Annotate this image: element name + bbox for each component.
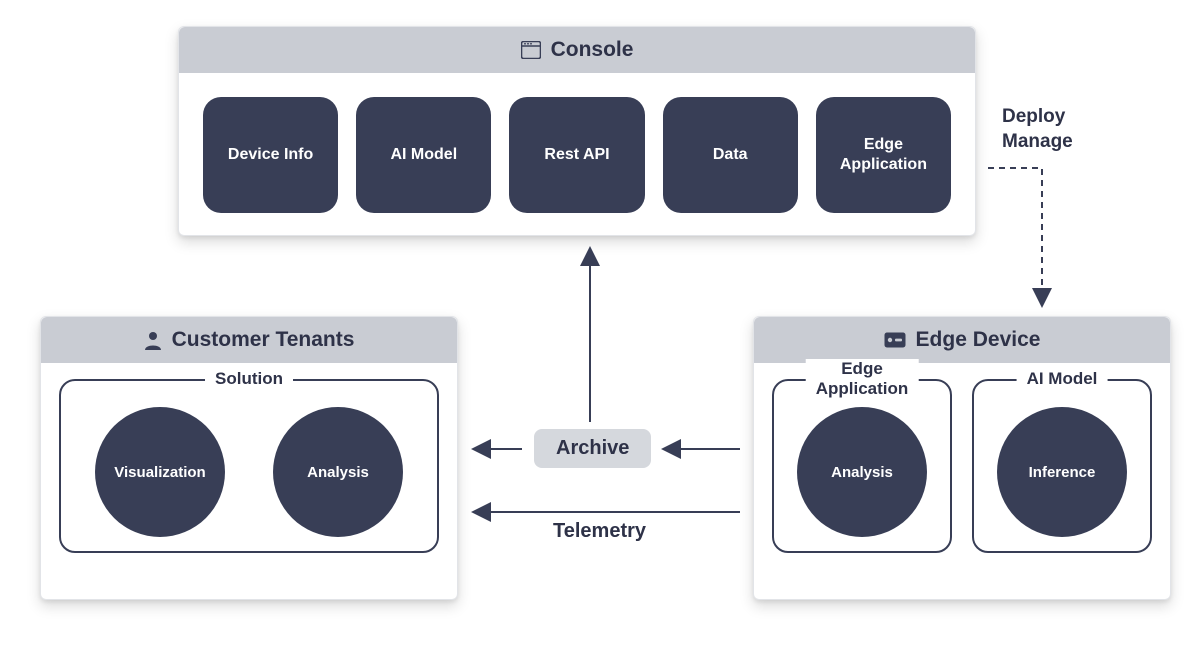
console-body: Device Info AI Model Rest API Data Edge … [179, 73, 975, 235]
tile-device-info: Device Info [203, 97, 338, 213]
circle-analysis-edge: Analysis [797, 407, 927, 537]
edge-app-group: Edge Application Analysis [772, 379, 952, 553]
circle-analysis-tenant-label: Analysis [307, 464, 369, 481]
tile-data: Data [663, 97, 798, 213]
tile-ai-model: AI Model [356, 97, 491, 213]
telemetry-label: Telemetry [553, 520, 646, 543]
tenants-body: Solution Visualization Analysis [41, 363, 457, 571]
circle-inference: Inference [997, 407, 1127, 537]
browser-window-icon [521, 41, 541, 59]
tile-device-info-label: Device Info [228, 145, 313, 165]
console-panel: Console Device Info AI Model Rest API Da… [178, 26, 976, 236]
tenants-header: Customer Tenants [41, 317, 457, 363]
device-chip-icon [884, 332, 906, 348]
edge-header: Edge Device [754, 317, 1170, 363]
console-title: Console [551, 38, 634, 62]
customer-tenants-panel: Customer Tenants Solution Visualization … [40, 316, 458, 600]
solution-group-label: Solution [205, 369, 293, 389]
person-icon [144, 330, 162, 350]
tile-edge-application: Edge Application [816, 97, 951, 213]
edge-body: Edge Application Analysis AI Model Infer… [754, 363, 1170, 571]
edge-title: Edge Device [916, 328, 1041, 352]
diagram-stage: Console Device Info AI Model Rest API Da… [0, 0, 1200, 661]
tenants-title: Customer Tenants [172, 328, 355, 352]
circle-analysis-edge-label: Analysis [831, 464, 893, 481]
circle-visualization: Visualization [95, 407, 225, 537]
archive-label: Archive [556, 437, 629, 459]
archive-node: Archive [534, 429, 651, 468]
tile-rest-api: Rest API [509, 97, 644, 213]
tile-edge-app-label: Edge Application [840, 135, 927, 175]
deploy-manage-label: Deploy Manage [1002, 105, 1073, 154]
circle-analysis-tenant: Analysis [273, 407, 403, 537]
edge-app-group-label: Edge Application [806, 359, 919, 398]
circle-inference-label: Inference [1029, 464, 1096, 481]
ai-model-group: AI Model Inference [972, 379, 1152, 553]
tile-ai-model-label: AI Model [390, 145, 457, 165]
tile-rest-api-label: Rest API [544, 145, 609, 165]
arrow-deploy-manage [988, 168, 1042, 304]
console-header: Console [179, 27, 975, 73]
edge-device-panel: Edge Device Edge Application Analysis AI… [753, 316, 1171, 600]
solution-group: Solution Visualization Analysis [59, 379, 439, 553]
tile-data-label: Data [713, 145, 748, 165]
ai-model-group-label: AI Model [1017, 369, 1108, 389]
circle-visualization-label: Visualization [114, 464, 205, 481]
